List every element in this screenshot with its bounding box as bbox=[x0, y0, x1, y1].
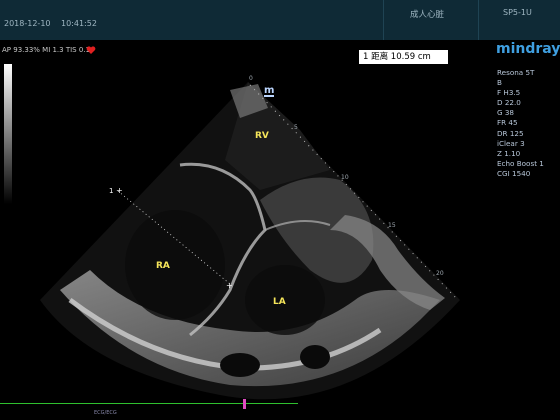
ecg-position-marker[interactable] bbox=[243, 399, 246, 409]
ultrasound-screen: 2018-12-10 10:41:52 成人心脏 SP5-1U AP 93.33… bbox=[0, 0, 560, 420]
depth-tick-label: 0 bbox=[249, 75, 253, 82]
caliper-end-marker[interactable]: + bbox=[226, 281, 233, 290]
ultrasound-image[interactable]: + + bbox=[0, 0, 560, 420]
depth-tick-label: 20 bbox=[436, 270, 444, 277]
chamber-label-rv: RV bbox=[255, 131, 269, 141]
depth-tick-label: 10 bbox=[341, 174, 349, 181]
depth-tick-label: 5 bbox=[294, 124, 298, 131]
chamber-label-la: LA bbox=[273, 297, 286, 307]
orientation-marker: m bbox=[264, 85, 275, 97]
caliper-index-label: 1 bbox=[109, 187, 114, 195]
chamber-label-ra: RA bbox=[156, 261, 170, 271]
ecg-label: ECG/ECG bbox=[94, 410, 117, 416]
depth-tick-label: 15 bbox=[388, 222, 396, 229]
ecg-trace bbox=[0, 403, 298, 404]
caliper-start-marker[interactable]: + bbox=[116, 186, 123, 195]
